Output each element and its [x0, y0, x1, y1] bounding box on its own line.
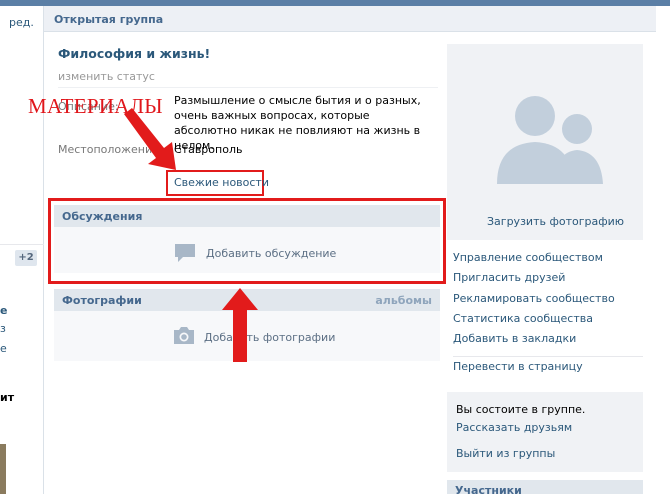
right-margin: [656, 6, 670, 494]
group-title: Философия и жизнь!: [58, 46, 211, 61]
page-header-title: Открытая группа: [54, 13, 164, 26]
people-silhouette-icon: [497, 96, 603, 184]
left-text-fragment: ит: [0, 391, 15, 404]
left-text-fragment: е: [0, 304, 8, 317]
leave-group-link[interactable]: Выйти из группы: [456, 447, 555, 460]
menu-add-bookmarks[interactable]: Добавить в закладки: [453, 332, 576, 345]
participants-header[interactable]: Участники: [447, 480, 643, 494]
photos-title: Фотографии: [62, 294, 142, 307]
annotation-arrow-down-right: [124, 108, 176, 170]
upload-photo-link[interactable]: Загрузить фотографию: [487, 215, 624, 228]
left-text-fragment: е: [0, 342, 7, 355]
discussions-body: Добавить обсуждение: [54, 227, 440, 273]
change-status-link[interactable]: изменить статус: [58, 70, 155, 83]
menu-community-stats[interactable]: Статистика сообщества: [453, 312, 593, 325]
discussions-header[interactable]: Обсуждения: [54, 205, 440, 227]
edit-link[interactable]: ред.: [9, 16, 34, 29]
membership-status: Вы состоите в группе.: [456, 403, 586, 416]
group-cover-placeholder[interactable]: [447, 44, 643, 240]
annotation-arrow-up: [222, 288, 258, 362]
menu-divider: [453, 356, 643, 357]
speech-bubble-icon: [175, 244, 195, 262]
menu-convert-to-page[interactable]: Перевести в страницу: [453, 360, 583, 373]
count-badge[interactable]: +2: [15, 250, 37, 266]
page-header: Открытая группа: [44, 6, 656, 32]
menu-advertise-community[interactable]: Рекламировать сообщество: [453, 292, 615, 305]
add-discussion-link[interactable]: Добавить обсуждение: [206, 247, 336, 260]
discussions-title: Обсуждения: [62, 210, 143, 223]
divider: [58, 87, 438, 88]
left-photo-thumb[interactable]: [0, 444, 6, 494]
participants-title: Участники: [455, 484, 522, 494]
fresh-news-link[interactable]: Свежие новости: [174, 176, 269, 189]
left-text-fragment: з: [0, 322, 6, 335]
tell-friends-link[interactable]: Рассказать друзьям: [456, 421, 572, 434]
left-sidebar: ред. +2 е з е ит: [0, 6, 44, 494]
left-divider: [0, 244, 44, 245]
group-page: Открытая группа Философия и жизнь! измен…: [28, 6, 656, 494]
albums-link[interactable]: альбомы: [375, 294, 432, 307]
location-value[interactable]: Ставрополь: [174, 142, 430, 157]
camera-icon: [174, 327, 194, 344]
menu-manage-community[interactable]: Управление сообществом: [453, 251, 603, 264]
menu-invite-friends[interactable]: Пригласить друзей: [453, 271, 565, 284]
